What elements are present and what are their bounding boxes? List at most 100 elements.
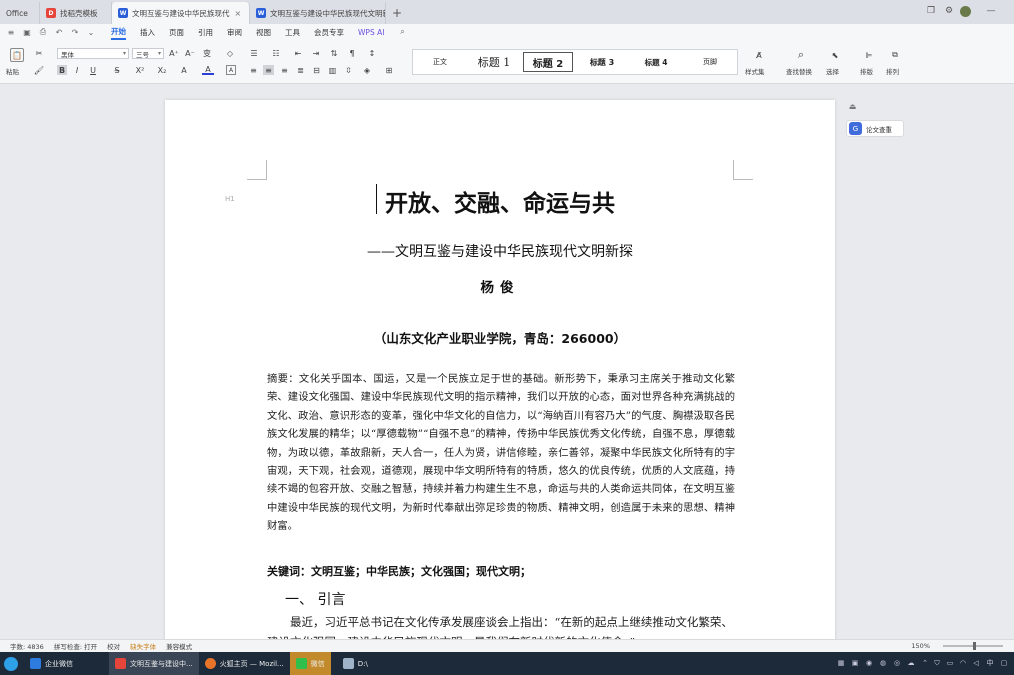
proofread-button[interactable]: 校对: [107, 641, 120, 651]
underline-button[interactable]: U: [88, 65, 98, 75]
line-spacing-icon[interactable]: ↕: [366, 48, 378, 59]
paste-label[interactable]: 粘贴: [6, 66, 19, 76]
phonetic-icon[interactable]: 变: [200, 48, 214, 59]
tray-icon[interactable]: ▦: [836, 657, 846, 669]
border-icon[interactable]: ⊞: [382, 65, 396, 75]
volume-icon[interactable]: ◁: [971, 657, 981, 669]
tab-document-2[interactable]: W 文明互鉴与建设中华民族现代文明新: [250, 2, 386, 24]
menu-icon[interactable]: ≡: [6, 27, 16, 37]
new-tab-button[interactable]: +: [386, 2, 408, 24]
bullet-list-icon[interactable]: ☰: [248, 48, 260, 59]
format-painter-icon[interactable]: 🖌: [34, 65, 44, 75]
find-replace-button[interactable]: 查找替换: [786, 66, 812, 76]
chevron-up-icon[interactable]: ⌃: [920, 657, 930, 669]
document-page[interactable]: H1 开放、交融、命运与共 ——文明互鉴与建设中华民族现代文明新探 杨俊 （山东…: [165, 100, 835, 639]
numbered-list-icon[interactable]: ☷: [270, 48, 282, 59]
style-normal[interactable]: 正文: [415, 52, 465, 72]
tab-tools[interactable]: 工具: [285, 24, 300, 40]
arrange-button[interactable]: 排列: [886, 66, 899, 76]
spacing-icon[interactable]: ⇳: [343, 65, 354, 75]
subscript-button[interactable]: X₂: [156, 65, 168, 75]
tab-document-1[interactable]: W 文明互鉴与建设中华民族现代 ×: [112, 2, 250, 24]
tab-insert[interactable]: 插入: [140, 24, 155, 40]
avatar[interactable]: [958, 4, 972, 18]
tab-office[interactable]: Office: [0, 2, 40, 24]
style-set-button[interactable]: 样式集: [745, 66, 765, 76]
show-marks-icon[interactable]: ¶: [346, 48, 358, 59]
char-border-icon[interactable]: A: [226, 65, 236, 75]
tray-icon[interactable]: ▣: [850, 657, 860, 669]
style-footer[interactable]: 页脚: [685, 52, 735, 72]
select-button[interactable]: 选择: [826, 66, 839, 76]
notification-icon[interactable]: ▢: [999, 657, 1009, 669]
align-left-icon[interactable]: ≡: [248, 65, 259, 75]
plagiarism-check-button[interactable]: G 论文查重: [846, 120, 904, 137]
layout-icon[interactable]: ⊫: [862, 48, 876, 62]
style-heading-2[interactable]: 标题 2: [523, 52, 573, 72]
missing-font-button[interactable]: 缺失字体: [130, 641, 156, 651]
shrink-font-icon[interactable]: A⁻: [184, 48, 196, 59]
clear-format-icon[interactable]: ◇: [224, 48, 236, 59]
strikethrough-button[interactable]: S̶: [112, 65, 122, 75]
tab-home[interactable]: 开始: [111, 24, 126, 40]
bold-button[interactable]: B: [57, 65, 67, 75]
cut-icon[interactable]: ✂: [34, 48, 44, 58]
increase-indent-icon[interactable]: ⇥: [310, 48, 322, 59]
select-arrow-icon[interactable]: ⬉: [828, 48, 842, 62]
font-size-select[interactable]: 三号 ▾: [132, 48, 164, 59]
taskbar-item-explorer[interactable]: D:\: [337, 652, 374, 675]
style-set-icon[interactable]: A̸: [752, 48, 766, 62]
print-icon[interactable]: ⎙: [38, 27, 48, 37]
settings-icon[interactable]: ⚙: [942, 4, 956, 18]
wifi-icon[interactable]: ◠: [958, 657, 968, 669]
tab-template[interactable]: D 找稻壳模板: [40, 2, 112, 24]
style-heading-1[interactable]: 标题 1: [469, 52, 519, 72]
tab-review[interactable]: 审阅: [227, 24, 242, 40]
grow-font-icon[interactable]: A⁺: [168, 48, 180, 59]
shield-icon[interactable]: ⛉: [932, 657, 942, 669]
shading-icon[interactable]: ◈: [360, 65, 374, 75]
zoom-slider-handle[interactable]: [973, 642, 976, 650]
style-heading-4[interactable]: 标题 4: [631, 52, 681, 72]
zoom-level[interactable]: 150%: [911, 642, 930, 650]
tab-view[interactable]: 视图: [256, 24, 271, 40]
undo-icon[interactable]: ↶: [54, 27, 64, 37]
taskbar-item-firefox[interactable]: 火狐主页 — Mozil...: [199, 652, 290, 675]
save-icon[interactable]: ▣: [22, 27, 32, 37]
superscript-button[interactable]: X²: [134, 65, 146, 75]
sort-icon[interactable]: ⇅: [328, 48, 340, 59]
italic-button[interactable]: I: [72, 65, 82, 75]
tray-icon[interactable]: ◎: [892, 657, 902, 669]
tab-member[interactable]: 会员专享: [314, 24, 344, 40]
close-icon[interactable]: ×: [235, 9, 242, 18]
taskbar-item-wechat[interactable]: 微信: [289, 652, 331, 675]
spellcheck-toggle[interactable]: 拼写检查: 打开: [54, 641, 97, 651]
taskbar-item-wecom[interactable]: 企业微信: [24, 652, 79, 675]
tray-icon[interactable]: ◉: [864, 657, 874, 669]
minimize-icon[interactable]: —: [984, 4, 998, 18]
justify-icon[interactable]: ≣: [295, 65, 306, 75]
font-name-select[interactable]: 黑体 ▾: [57, 48, 129, 59]
tab-references[interactable]: 引用: [198, 24, 213, 40]
arrange-icon[interactable]: ⧉: [888, 48, 902, 62]
paste-icon[interactable]: 📋: [10, 48, 24, 62]
start-icon[interactable]: [4, 656, 18, 671]
redo-icon[interactable]: ↷: [70, 27, 80, 37]
tab-wps-ai[interactable]: WPS AI: [358, 24, 384, 40]
collapse-icon[interactable]: ⏏: [847, 101, 858, 112]
align-center-icon[interactable]: ≡: [263, 65, 274, 75]
font-color-icon[interactable]: A: [202, 65, 214, 75]
tab-page[interactable]: 页面: [169, 24, 184, 40]
window-icon[interactable]: ❐: [924, 4, 938, 18]
search-icon[interactable]: ⌕: [397, 27, 407, 37]
network-icon[interactable]: ▭: [945, 657, 955, 669]
distribute-icon[interactable]: ⊟: [311, 65, 322, 75]
input-method[interactable]: 中: [985, 657, 995, 669]
style-heading-3[interactable]: 标题 3: [577, 52, 627, 72]
decrease-indent-icon[interactable]: ⇤: [292, 48, 304, 59]
align-right-icon[interactable]: ≡: [279, 65, 290, 75]
taskbar-item-wps[interactable]: 文明互鉴与建设中...: [109, 652, 199, 675]
tray-icon[interactable]: ☁: [906, 657, 916, 669]
word-count[interactable]: 字数: 4836: [10, 641, 44, 651]
text-effect-icon[interactable]: A: [178, 65, 190, 75]
